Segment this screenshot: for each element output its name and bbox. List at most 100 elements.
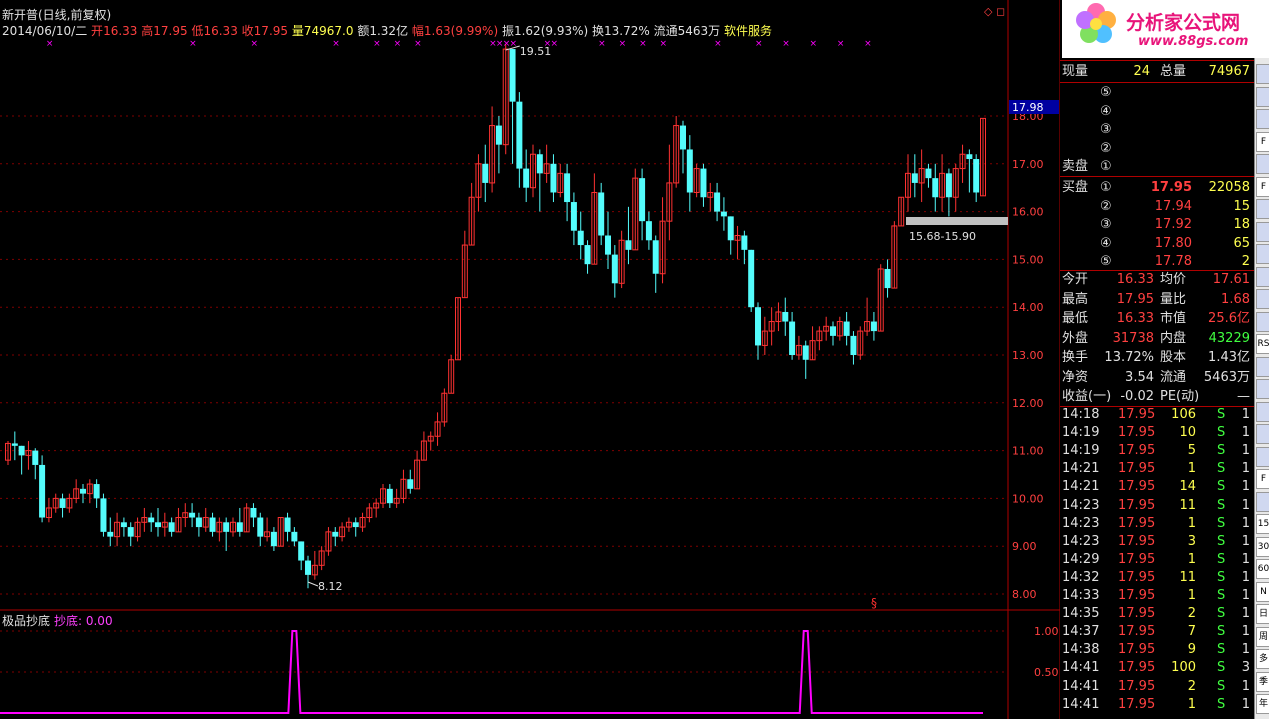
bid-volume: 22058 — [1208, 180, 1250, 195]
toolbar-button[interactable]: 日 — [1256, 604, 1269, 624]
toolbar-button[interactable] — [1256, 491, 1269, 512]
tick-volume: 5 — [1187, 443, 1196, 459]
toolbar-button[interactable]: 多 — [1256, 649, 1269, 669]
toolbar-button[interactable]: 周 — [1256, 626, 1269, 647]
toolbar-button[interactable] — [1256, 86, 1269, 107]
toolbar-button[interactable]: 季 — [1256, 671, 1269, 692]
stat-row: 最低 16.33 市值 25.6亿 — [1060, 310, 1254, 328]
tick-side: S — [1217, 461, 1226, 477]
candle-body-down — [120, 522, 127, 528]
tick-side: S — [1217, 678, 1226, 694]
toolbar-button[interactable] — [1256, 401, 1269, 422]
signal-marker: × — [394, 39, 402, 49]
toolbar-button[interactable]: 年 — [1256, 694, 1269, 714]
tick-count: 1 — [1241, 479, 1250, 495]
level-index: ⑤ — [1100, 85, 1112, 100]
tick-volume: 100 — [1171, 660, 1196, 676]
toolbar-button[interactable]: 30 — [1256, 536, 1269, 557]
stat-row: 最高 17.95 量比 1.68 — [1060, 291, 1254, 309]
toolbar-button[interactable] — [1256, 266, 1269, 287]
toolbar-button[interactable]: F — [1256, 131, 1269, 152]
tick-side: S — [1217, 533, 1226, 549]
panel-divider — [1060, 176, 1254, 177]
tick-price: 17.95 — [1118, 696, 1156, 712]
candle-body-down — [748, 249, 755, 308]
candle-body-down — [686, 149, 693, 193]
toolbar-button[interactable] — [1256, 109, 1269, 129]
toolbar-button[interactable] — [1256, 446, 1269, 467]
stat-row: 换手 13.72% 股本 1.43亿 — [1060, 349, 1254, 367]
stat-row: 外盘 31738 内盘 43229 — [1060, 330, 1254, 348]
candle-body-down — [741, 235, 748, 250]
toolbar-button[interactable]: F — [1256, 176, 1269, 197]
tick-time: 14:21 — [1062, 461, 1100, 477]
cell: PE(动) — [1160, 389, 1200, 404]
brand-url: www.88gs.com — [1138, 34, 1249, 49]
candle-body-down — [564, 173, 571, 203]
cell: 74967 — [1208, 64, 1250, 79]
tick-count: 1 — [1241, 425, 1250, 441]
brand-name: 分析家公式网 — [1126, 12, 1241, 34]
bid-price: 17.95 — [1150, 180, 1192, 195]
toolbar-button[interactable]: F — [1256, 469, 1269, 489]
tick-volume: 1 — [1187, 515, 1196, 531]
brand-logo[interactable]: 分析家公式网 www.88gs.com — [1062, 0, 1269, 58]
cell: -0.02 — [1120, 389, 1154, 404]
candle-body-down — [155, 522, 161, 528]
sell-level: ② — [1060, 140, 1254, 158]
tick-count: 1 — [1241, 624, 1250, 640]
cell: 3.54 — [1125, 369, 1154, 385]
candle-body-down — [639, 178, 646, 222]
tick-time: 14:18 — [1062, 407, 1100, 422]
candle-body-down — [257, 517, 264, 537]
toolbar-button[interactable] — [1256, 154, 1269, 174]
low-arrow — [307, 581, 319, 587]
toolbar-button[interactable] — [1256, 379, 1269, 399]
tick-price: 17.95 — [1118, 479, 1156, 495]
kline-chart[interactable]: 18.0017.0016.0015.0014.0013.0012.0011.00… — [0, 0, 1060, 719]
tick-time: 14:23 — [1062, 497, 1100, 513]
signal-marker: × — [810, 39, 818, 49]
tick-row: 14:41 17.95 100 S 3 — [1060, 659, 1254, 677]
price-tick-label: 9.00 — [1012, 540, 1037, 553]
cell: 外盘 — [1062, 330, 1089, 346]
tick-side: S — [1217, 606, 1226, 622]
toolbar-button[interactable] — [1256, 244, 1269, 264]
panel-divider — [1060, 60, 1254, 61]
price-tick-label: 11.00 — [1012, 445, 1044, 458]
toolbar-button[interactable]: N — [1256, 581, 1269, 602]
candle-body-down — [577, 230, 584, 246]
buy-level: ② 17.94 15 — [1060, 198, 1254, 216]
tick-volume: 7 — [1187, 624, 1196, 640]
candle-body-down — [625, 240, 632, 250]
toolbar-button[interactable]: 60 — [1256, 559, 1269, 579]
toolbar-button[interactable] — [1256, 199, 1269, 219]
toolbar-button[interactable] — [1256, 356, 1269, 377]
cell: 股本 — [1160, 350, 1187, 365]
tick-time: 14:41 — [1062, 660, 1100, 676]
toolbar-button[interactable] — [1256, 64, 1269, 84]
bid-volume: 2 — [1241, 254, 1250, 269]
tick-row: 14:41 17.95 1 S 1 — [1060, 696, 1254, 714]
toolbar-button[interactable] — [1256, 289, 1269, 309]
tick-count: 1 — [1241, 569, 1250, 585]
amount-value: 1.32亿 — [369, 24, 409, 38]
tick-side: S — [1217, 642, 1226, 658]
toolbar-button[interactable] — [1256, 311, 1269, 332]
tick-volume: 1 — [1187, 696, 1196, 712]
change-value: 1.63(9.99%) — [423, 24, 499, 38]
tick-time: 14:41 — [1062, 678, 1100, 694]
toolbar-button[interactable] — [1256, 424, 1269, 444]
cell: 今开 — [1062, 272, 1089, 287]
candle-body-down — [782, 311, 789, 322]
toolbar-button[interactable]: RS — [1256, 334, 1269, 354]
toolbar-button[interactable]: 15 — [1256, 514, 1269, 534]
candle-body-down — [209, 517, 216, 532]
tick-price: 17.95 — [1118, 515, 1156, 531]
bid-price: 17.80 — [1154, 235, 1192, 251]
toolbar-button[interactable] — [1256, 221, 1269, 242]
tick-side: S — [1217, 588, 1226, 603]
corner-icons[interactable]: ◇ ◻ — [984, 5, 1005, 18]
current-price-label: 17.98 — [1012, 101, 1044, 114]
tick-time: 14:23 — [1062, 515, 1100, 531]
